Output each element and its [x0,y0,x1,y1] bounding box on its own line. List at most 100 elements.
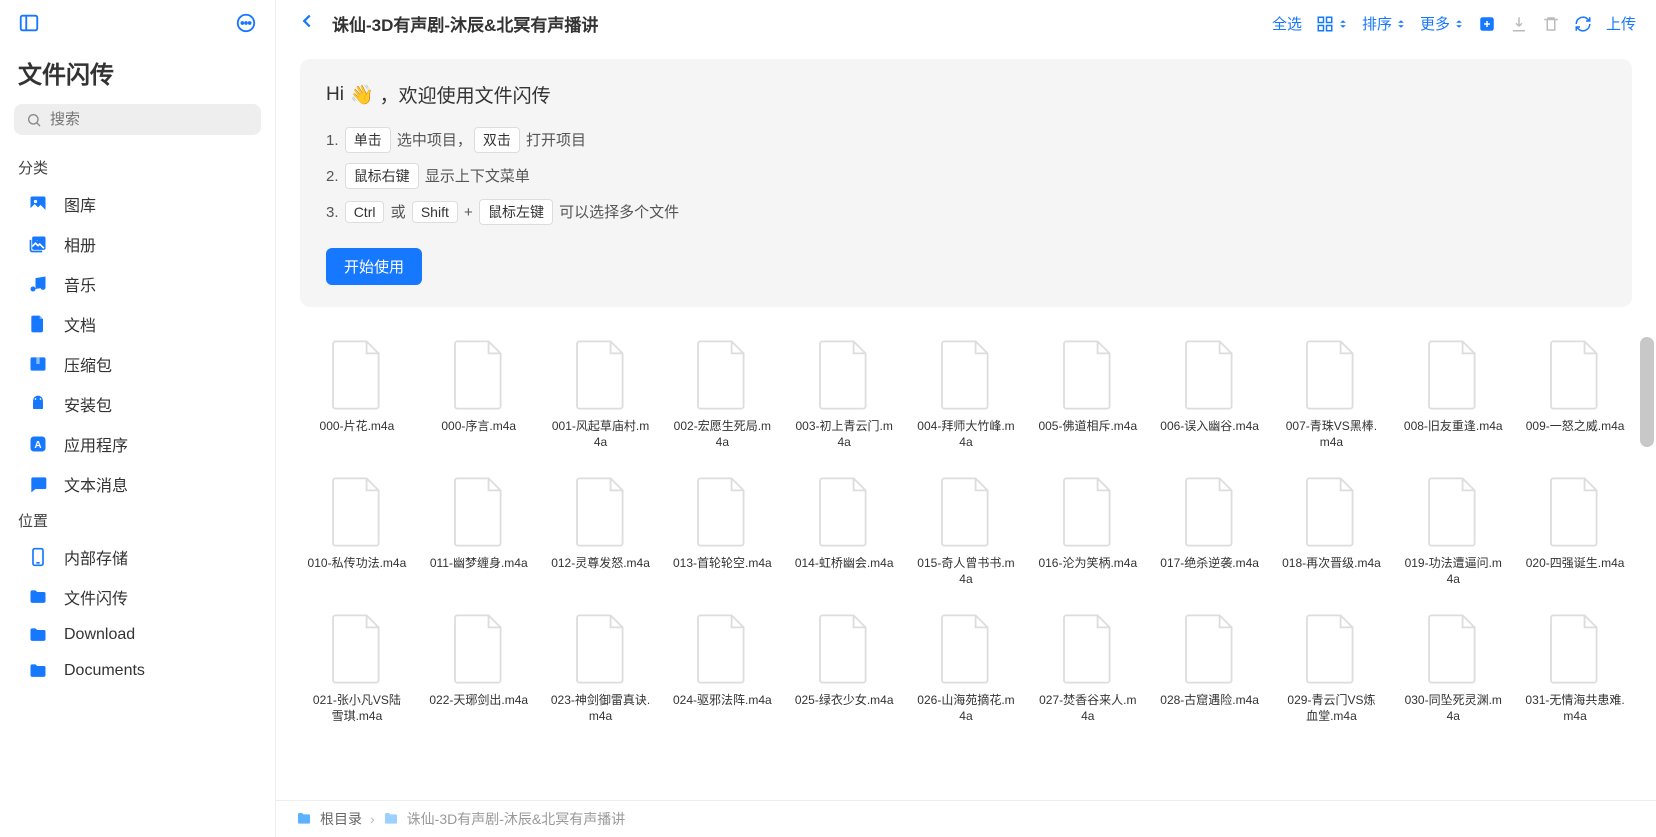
tip-3: Ctrl 或 Shift + 鼠标左键 可以选择多个文件 [326,194,1606,230]
file-item[interactable]: 006-误入幽谷.m4a [1153,335,1267,454]
download-button[interactable] [1510,15,1528,33]
file-item[interactable]: 011-幽梦缠身.m4a [422,472,536,591]
file-item[interactable]: 000-序言.m4a [422,335,536,454]
sidebar-item-archive[interactable]: 压缩包 [0,344,275,384]
file-icon [1059,339,1117,411]
sidebar-item-documents[interactable]: Documents [0,653,275,689]
file-name: 026-山海苑摘花.m4a [916,693,1016,724]
file-name: 025-绿衣少女.m4a [795,693,894,709]
file-name: 014-虹桥幽会.m4a [795,556,894,572]
sidebar-item-music[interactable]: 音乐 [0,264,275,304]
file-item[interactable]: 027-焚香谷来人.m4a [1031,609,1145,728]
file-icon [937,613,995,685]
sidebar-item-gallery[interactable]: 图库 [0,184,275,224]
file-item[interactable]: 014-虹桥幽会.m4a [787,472,901,591]
start-button[interactable]: 开始使用 [326,248,422,285]
file-name: 022-天琊剑出.m4a [429,693,528,709]
file-item[interactable]: 023-神剑御雷真诀.m4a [544,609,658,728]
sidebar-item-album[interactable]: 相册 [0,224,275,264]
welcome-tips: 单击 选中项目，双击 打开项目 鼠标右键 显示上下文菜单 Ctrl 或 Shif… [326,122,1606,230]
search-box[interactable] [14,104,261,135]
file-item[interactable]: 003-初上青云门.m4a [787,335,901,454]
file-item[interactable]: 020-四强诞生.m4a [1518,472,1632,591]
scrollbar-thumb[interactable] [1640,337,1654,447]
tip-2: 鼠标右键 显示上下文菜单 [326,158,1606,194]
file-item[interactable]: 001-风起草庙村.m4a [544,335,658,454]
file-icon [815,339,873,411]
file-item[interactable]: 015-奇人曾书书.m4a [909,472,1023,591]
file-icon [815,613,873,685]
sidebar-item-internal[interactable]: 内部存储 [0,537,275,577]
sidebar-item-apk[interactable]: 安装包 [0,384,275,424]
sidebar-item-label: 压缩包 [64,352,112,376]
file-item[interactable]: 019-功法遭逼问.m4a [1396,472,1510,591]
file-icon [1424,613,1482,685]
file-item[interactable]: 013-首轮轮空.m4a [665,472,779,591]
file-item[interactable]: 021-张小凡VS陆雪琪.m4a [300,609,414,728]
breadcrumb-current: 诛仙-3D有声剧-沐辰&北冥有声播讲 [407,809,626,829]
file-icon [937,339,995,411]
delete-button[interactable] [1542,15,1560,33]
file-item[interactable]: 028-古窟遇险.m4a [1153,609,1267,728]
file-item[interactable]: 010-私传功法.m4a [300,472,414,591]
file-item[interactable]: 018-再次晋级.m4a [1275,472,1389,591]
file-name: 016-沦为笑柄.m4a [1038,556,1137,572]
sidebar-item-download[interactable]: Download [0,617,275,653]
file-icon [450,613,508,685]
view-mode-button[interactable] [1316,15,1348,33]
file-item[interactable]: 009-一怒之威.m4a [1518,335,1632,454]
file-icon [572,339,630,411]
file-icon [1546,613,1604,685]
search-input[interactable] [50,111,249,128]
file-item[interactable]: 017-绝杀逆袭.m4a [1153,472,1267,591]
file-item[interactable]: 002-宏愿生死局.m4a [665,335,779,454]
file-item[interactable]: 005-佛道相斥.m4a [1031,335,1145,454]
more-icon[interactable] [235,12,257,39]
breadcrumb: 根目录 › 诛仙-3D有声剧-沐辰&北冥有声播讲 [276,800,1656,837]
file-name: 012-灵尊发怒.m4a [551,556,650,572]
svg-text:A: A [34,440,41,451]
file-name: 009-一怒之威.m4a [1526,419,1625,435]
file-icon [328,339,386,411]
download-icon [28,625,48,645]
file-name: 013-首轮轮空.m4a [673,556,772,572]
file-item[interactable]: 025-绿衣少女.m4a [787,609,901,728]
file-item[interactable]: 004-拜师大竹峰.m4a [909,335,1023,454]
sidebar-item-flash[interactable]: 文件闪传 [0,577,275,617]
sidebar-item-label: 文本消息 [64,472,128,496]
sidebar-item-message[interactable]: 文本消息 [0,464,275,504]
file-item[interactable]: 022-天琊剑出.m4a [422,609,536,728]
file-item[interactable]: 030-同坠死灵渊.m4a [1396,609,1510,728]
sort-button[interactable]: 排序 [1362,13,1406,34]
select-all-button[interactable]: 全选 [1272,13,1302,34]
sidebar-item-label: 相册 [64,232,96,256]
new-folder-button[interactable] [1478,15,1496,33]
file-item[interactable]: 016-沦为笑柄.m4a [1031,472,1145,591]
file-icon [1302,476,1360,548]
file-icon [937,476,995,548]
file-item[interactable]: 029-青云门VS炼血堂.m4a [1275,609,1389,728]
file-item[interactable]: 000-片花.m4a [300,335,414,454]
panel-toggle-icon[interactable] [18,12,40,39]
refresh-button[interactable] [1574,15,1592,33]
file-item[interactable]: 031-无情海共患难.m4a [1518,609,1632,728]
more-button[interactable]: 更多 [1420,13,1464,34]
sidebar-item-document[interactable]: 文档 [0,304,275,344]
back-button[interactable] [296,10,318,37]
app-icon: A [28,434,48,454]
upload-button[interactable]: 上传 [1606,13,1636,34]
file-name: 008-旧友重逢.m4a [1404,419,1503,435]
file-item[interactable]: 024-驱邪法阵.m4a [665,609,779,728]
sidebar-item-app[interactable]: A应用程序 [0,424,275,464]
internal-icon [28,547,48,567]
breadcrumb-root[interactable]: 根目录 [320,809,362,829]
folder-icon [296,811,312,827]
main: 诛仙-3D有声剧-沐辰&北冥有声播讲 全选 排序 更多 上传 Hi 👋，欢迎使用… [276,0,1656,837]
file-item[interactable]: 026-山海苑摘花.m4a [909,609,1023,728]
file-item[interactable]: 008-旧友重逢.m4a [1396,335,1510,454]
file-name: 010-私传功法.m4a [308,556,407,572]
file-item[interactable]: 012-灵尊发怒.m4a [544,472,658,591]
sidebar-item-label: 安装包 [64,392,112,416]
wave-icon: 👋 [350,83,374,107]
file-item[interactable]: 007-青珠VS黑棒.m4a [1275,335,1389,454]
